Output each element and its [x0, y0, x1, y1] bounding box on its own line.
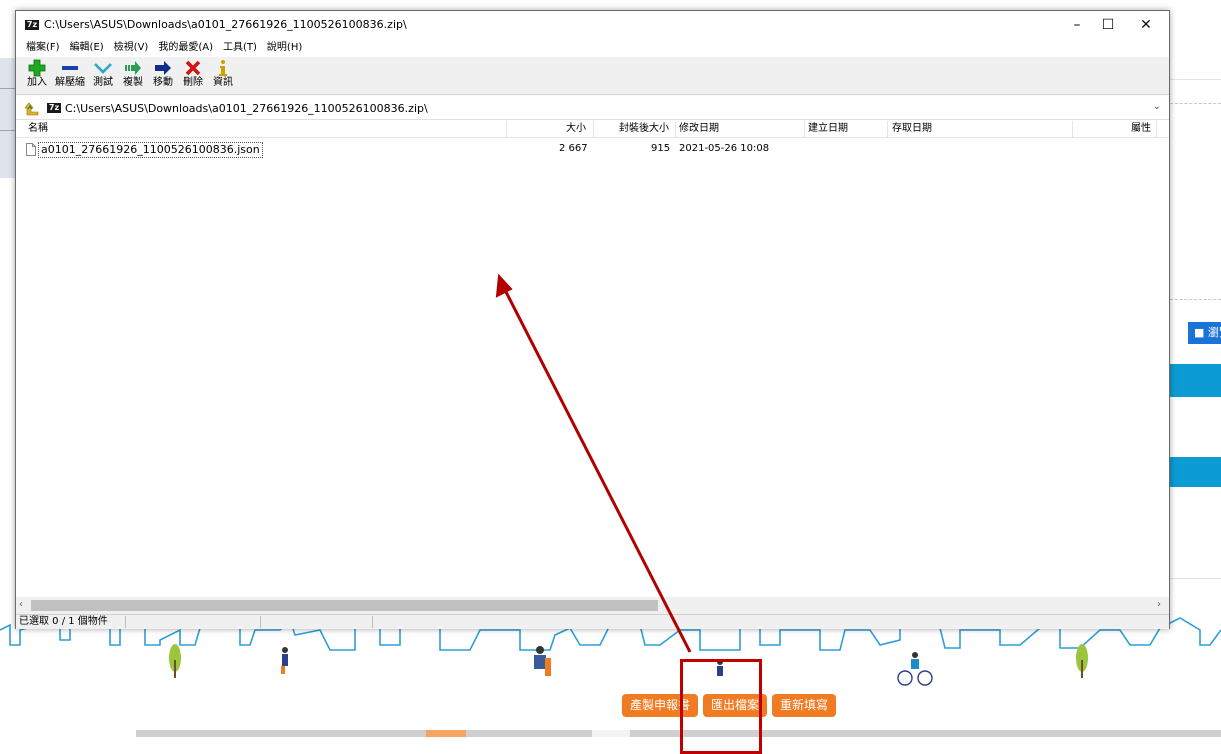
annotation-highlight-box: [680, 659, 762, 754]
annotation-arrow: [495, 273, 692, 653]
